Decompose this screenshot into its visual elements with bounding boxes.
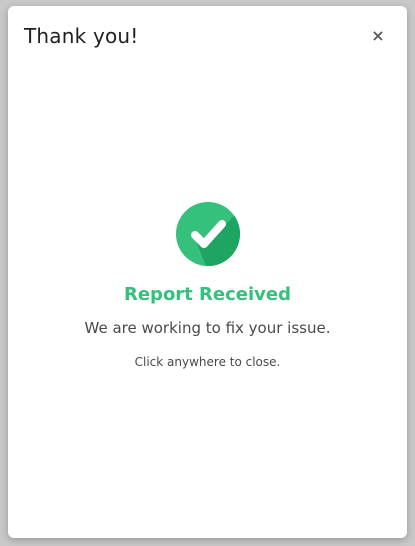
dialog-body: Report Received We are working to fix yo… bbox=[8, 202, 407, 369]
status-headline: Report Received bbox=[123, 284, 291, 305]
check-circle-icon bbox=[175, 202, 240, 266]
close-button[interactable]: × bbox=[369, 25, 387, 45]
close-hint: Click anywhere to close. bbox=[134, 355, 281, 369]
thank-you-dialog[interactable]: Thank you! × Report Received We are work… bbox=[8, 6, 407, 538]
dialog-title: Thank you! bbox=[24, 24, 139, 48]
status-message: We are working to fix your issue. bbox=[84, 319, 331, 337]
close-icon: × bbox=[371, 25, 385, 45]
